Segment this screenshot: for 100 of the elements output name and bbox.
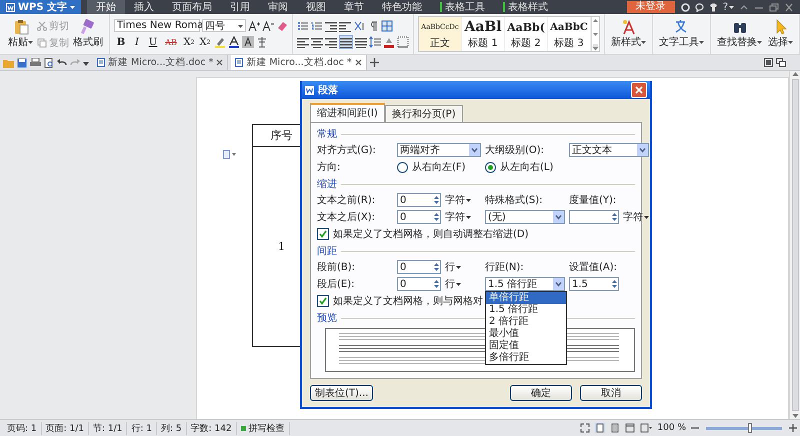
unit-dropdown[interactable]: 字符 — [445, 193, 481, 207]
close-icon[interactable] — [784, 2, 794, 12]
outline-view-icon[interactable] — [610, 423, 620, 433]
number-field[interactable] — [569, 210, 619, 224]
caret-icon[interactable] — [466, 198, 471, 202]
caret-icon[interactable] — [28, 40, 33, 44]
line-spacing-icon[interactable] — [369, 36, 381, 48]
zoom-in-icon[interactable] — [789, 424, 797, 432]
outdent-icon[interactable] — [325, 20, 337, 32]
align-right-icon[interactable] — [325, 36, 337, 48]
number-field[interactable]: 0 — [397, 193, 441, 207]
window-list-icon[interactable] — [776, 58, 786, 67]
caret-icon[interactable] — [788, 40, 793, 44]
dropdown-field[interactable]: (无) — [485, 210, 565, 224]
menu-tab[interactable]: 视图 — [297, 0, 336, 14]
dialog-button[interactable]: 制表位(T)... — [310, 385, 374, 401]
menu-tab[interactable]: 表格工具 — [431, 0, 494, 14]
dropdown-option[interactable]: 多倍行距 — [486, 352, 566, 364]
collapse-icon[interactable] — [739, 2, 749, 12]
ribbon-button[interactable]: 查找替换 — [715, 18, 764, 50]
dropdown-option[interactable]: 2 倍行距 — [486, 316, 566, 328]
caret-icon[interactable] — [641, 40, 646, 44]
dropdown-option[interactable]: 1.5 倍行距 — [486, 304, 566, 316]
caret-icon[interactable] — [466, 215, 471, 219]
spin-arrows-icon[interactable] — [611, 278, 618, 290]
web-view-icon[interactable] — [625, 423, 636, 433]
unit-dropdown[interactable]: 行 — [445, 277, 481, 291]
style-option[interactable]: AaBl 标题 1 — [462, 17, 505, 51]
spell-check-button[interactable]: 拼写检查 — [236, 422, 290, 434]
print-preview-icon[interactable] — [44, 58, 54, 68]
style-option[interactable]: AaBbC 标题 3 — [548, 17, 591, 51]
menu-tab[interactable]: 页面布局 — [163, 0, 222, 14]
menu-tab[interactable]: 特色功能 — [373, 0, 432, 14]
spin-arrows-icon[interactable] — [433, 211, 440, 223]
number-field[interactable]: 1.5 — [569, 277, 619, 291]
number-field[interactable]: 0 — [397, 260, 441, 274]
font-color-icon[interactable] — [228, 36, 240, 48]
document-icon[interactable] — [235, 58, 244, 67]
new-tab-icon[interactable] — [370, 58, 379, 67]
format-button[interactable]: AB — [162, 35, 180, 49]
print-icon[interactable] — [30, 58, 41, 68]
paragraph-shading-icon[interactable] — [383, 36, 395, 48]
caret-icon[interactable] — [699, 40, 704, 44]
number-field[interactable]: 0 — [397, 277, 441, 291]
font-name-field[interactable]: Times New Roma — [114, 19, 200, 32]
char-shading-icon[interactable] — [242, 36, 254, 48]
style-option[interactable]: AaBb( 标题 2 — [505, 17, 548, 51]
shrink-font-icon[interactable] — [262, 20, 274, 32]
align-left-icon[interactable] — [297, 36, 309, 48]
highlighter-icon[interactable] — [214, 36, 226, 48]
restore-icon[interactable] — [769, 2, 779, 12]
radio-button[interactable] — [397, 162, 408, 172]
maximize-doc-icon[interactable] — [764, 58, 773, 67]
ribbon-button[interactable]: 粘贴 — [6, 18, 35, 50]
full-screen-icon[interactable] — [580, 423, 590, 433]
paragraph-options-icon[interactable] — [223, 150, 237, 159]
format-button[interactable]: I — [130, 35, 144, 49]
unit-dropdown[interactable]: 字符 — [445, 210, 481, 224]
dialog-button[interactable]: 确定 — [510, 385, 572, 401]
numbered-list-icon[interactable] — [311, 20, 323, 32]
help-button[interactable]: ? — [722, 2, 734, 12]
borders-icon[interactable] — [397, 36, 409, 48]
caret-icon[interactable] — [757, 40, 762, 44]
caret-icon[interactable] — [238, 24, 243, 28]
close-button[interactable] — [631, 82, 647, 98]
align-center-icon[interactable] — [311, 36, 323, 48]
ribbon-button[interactable]: 文字工具 — [657, 18, 706, 50]
dialog-tab[interactable]: 换行和分页(P) — [384, 105, 463, 122]
menu-tab[interactable]: 审阅 — [259, 0, 298, 14]
unit-dropdown[interactable]: 字符 — [623, 210, 649, 224]
unit-dropdown[interactable]: 行 — [445, 260, 481, 274]
format-button[interactable]: U — [146, 35, 160, 49]
app-menu-button[interactable]: WPS 文字 — [0, 0, 82, 14]
more-styles-icon[interactable] — [592, 43, 599, 51]
dialog-tab[interactable]: 缩进和间距(I) — [310, 103, 385, 122]
number-field[interactable]: 0 — [397, 210, 441, 224]
close-icon[interactable] — [216, 59, 224, 66]
reading-view-icon[interactable] — [640, 423, 652, 433]
radio-button[interactable] — [485, 162, 496, 172]
undo-icon[interactable] — [57, 58, 67, 68]
caret-icon[interactable] — [456, 282, 461, 286]
bullet-list-icon[interactable] — [297, 20, 309, 32]
page-view-icon[interactable] — [595, 423, 606, 433]
slider-thumb[interactable] — [748, 422, 752, 432]
logo[interactable] — [6, 2, 15, 12]
spin-arrows-icon[interactable] — [433, 278, 440, 290]
ribbon-button[interactable]: 新样式 — [609, 18, 648, 50]
menu-tab[interactable]: 章节 — [335, 0, 374, 14]
dropdown-field[interactable]: 两端对齐 — [397, 143, 481, 157]
dropdown-field[interactable]: 正文文本 — [569, 143, 649, 157]
font-size-field[interactable]: 四号 — [202, 19, 246, 32]
caret-icon[interactable] — [456, 265, 461, 269]
settings-icon[interactable] — [680, 2, 690, 12]
menu-tab[interactable]: 引用 — [221, 0, 260, 14]
menu-tab[interactable]: 表格样式 — [494, 0, 558, 14]
dialog-button[interactable]: 取消 — [580, 385, 642, 401]
shirt-icon[interactable] — [708, 2, 718, 12]
indent-icon[interactable] — [339, 20, 351, 32]
table-grid-icon[interactable] — [381, 20, 393, 32]
distribute-icon[interactable] — [355, 36, 367, 48]
